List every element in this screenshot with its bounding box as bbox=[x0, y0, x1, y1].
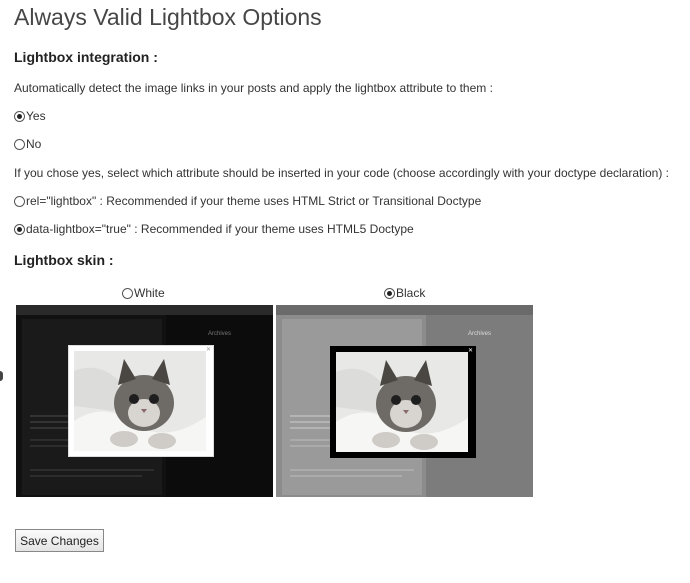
integration-option-no[interactable]: No bbox=[14, 137, 41, 151]
preview-topbar bbox=[276, 305, 533, 315]
lightbox-frame: ✕ bbox=[330, 346, 476, 458]
integration-option-no-label: No bbox=[26, 137, 42, 151]
kitten-image bbox=[336, 352, 468, 452]
preview-sidebar-title: Archives bbox=[468, 331, 492, 337]
attribute-question: If you chose yes, select which attribute… bbox=[14, 166, 670, 180]
radio-checked-icon[interactable] bbox=[14, 223, 25, 235]
attribute-option-data-lightbox-label: data-lightbox="true" : Recommended if yo… bbox=[26, 222, 414, 236]
radio-checked-icon[interactable] bbox=[384, 287, 395, 299]
radio-unchecked-icon[interactable] bbox=[122, 287, 133, 299]
integration-option-yes-label: Yes bbox=[26, 109, 46, 123]
skin-option-black-label: Black bbox=[396, 286, 426, 300]
attribute-option-rel[interactable]: rel="lightbox" : Recommended if your the… bbox=[14, 194, 481, 208]
close-icon[interactable]: ✕ bbox=[206, 347, 211, 353]
skin-heading: Lightbox skin : bbox=[14, 252, 114, 268]
attribute-option-rel-label: rel="lightbox" : Recommended if your the… bbox=[26, 194, 482, 208]
preview-sidebar-title: Archives bbox=[208, 331, 232, 337]
page-title: Always Valid Lightbox Options bbox=[14, 4, 322, 30]
attribute-option-data-lightbox[interactable]: data-lightbox="true" : Recommended if yo… bbox=[14, 222, 414, 236]
skin-option-white-label: White bbox=[134, 286, 165, 300]
skin-option-black[interactable]: Black bbox=[384, 286, 425, 300]
radio-checked-icon[interactable] bbox=[14, 110, 25, 122]
preview-topbar bbox=[16, 305, 273, 315]
close-icon[interactable]: ✕ bbox=[468, 348, 473, 354]
white-skin-preview[interactable]: Archives ✕ bbox=[16, 305, 273, 497]
integration-heading: Lightbox integration : bbox=[14, 49, 158, 65]
radio-unchecked-icon[interactable] bbox=[14, 138, 25, 150]
integration-description: Automatically detect the image links in … bbox=[14, 81, 493, 95]
save-changes-button[interactable]: Save Changes bbox=[15, 529, 104, 552]
black-skin-preview[interactable]: Archives ✕ bbox=[276, 305, 533, 497]
lightbox-frame: ✕ bbox=[68, 345, 214, 457]
radio-unchecked-icon[interactable] bbox=[14, 195, 25, 207]
integration-option-yes[interactable]: Yes bbox=[14, 109, 46, 123]
kitten-image bbox=[74, 351, 206, 451]
edge-handle bbox=[0, 371, 3, 381]
skin-option-white[interactable]: White bbox=[122, 286, 165, 300]
